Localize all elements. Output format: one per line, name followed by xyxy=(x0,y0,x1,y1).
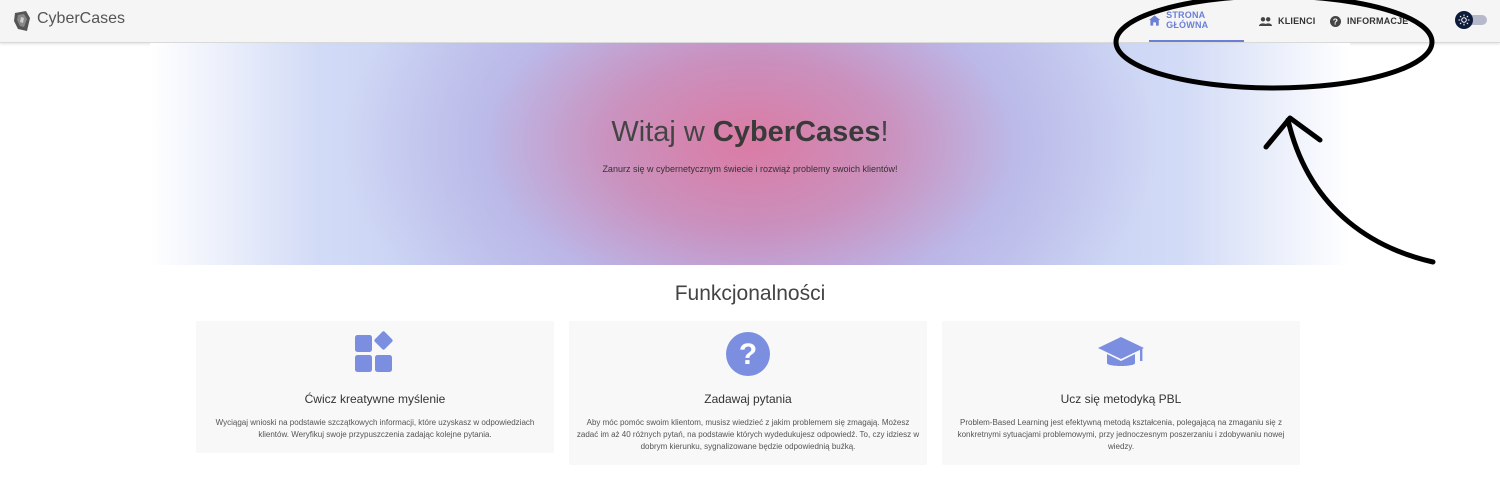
feature-title: Zadawaj pytania xyxy=(704,392,792,406)
feature-card-creative: Ćwicz kreatywne myślenie Wyciągaj wniosk… xyxy=(196,321,554,453)
logo-icon xyxy=(14,11,30,31)
svg-text:?: ? xyxy=(1333,16,1338,26)
nav-info[interactable]: ? INFORMACJE xyxy=(1330,0,1409,42)
help-circle-icon: ? xyxy=(1330,15,1341,27)
nav-clients[interactable]: KLIENCI xyxy=(1259,0,1315,42)
hero-title-brand: CyberCases xyxy=(712,116,881,148)
hero-title-prefix: Witaj w xyxy=(611,116,713,148)
theme-toggle[interactable] xyxy=(1455,11,1487,29)
widgets-icon xyxy=(355,331,393,372)
app-bar: CyberCases STRONA GŁÓWNA KLIENCI ? INFOR… xyxy=(0,0,1500,43)
features-heading: Funkcjonalności xyxy=(674,282,826,305)
svg-text:?: ? xyxy=(739,338,757,371)
hero-title: Witaj w CyberCases! xyxy=(150,116,1350,149)
nav-home[interactable]: STRONA GŁÓWNA xyxy=(1149,0,1244,42)
feature-title: Ucz się metodyką PBL xyxy=(1060,392,1182,406)
feature-card-pbl: Ucz się metodyką PBL Problem-Based Learn… xyxy=(942,321,1300,465)
toggle-knob xyxy=(1455,11,1473,29)
nav-clients-label: KLIENCI xyxy=(1278,16,1316,26)
feature-title: Ćwicz kreatywne myślenie xyxy=(304,392,446,406)
graduation-cap-icon xyxy=(1098,337,1144,366)
feature-text: Wyciągaj wnioski na podstawie szczątkowy… xyxy=(215,418,535,439)
app-brand[interactable]: CyberCases xyxy=(37,10,125,28)
nav-home-label: STRONA GŁÓWNA xyxy=(1166,10,1209,30)
nav-info-label: INFORMACJE xyxy=(1347,16,1409,26)
people-icon xyxy=(1259,16,1272,26)
hero-subtitle: Zanurz się w cybernetycznym świecie i ro… xyxy=(602,164,898,174)
feature-text: Problem-Based Learning jest efektywną me… xyxy=(957,418,1285,451)
hero-banner: Witaj w CyberCases! Zanurz się w cyberne… xyxy=(150,43,1350,265)
sun-icon xyxy=(1458,14,1470,26)
hero-title-suffix: ! xyxy=(880,116,889,148)
home-icon xyxy=(1149,14,1161,26)
feature-text: Aby móc pomóc swoim klientom, musisz wie… xyxy=(576,418,920,451)
question-icon: ? xyxy=(726,332,770,376)
feature-card-questions: ? Zadawaj pytania Aby móc pomóc swoim kl… xyxy=(569,321,927,465)
